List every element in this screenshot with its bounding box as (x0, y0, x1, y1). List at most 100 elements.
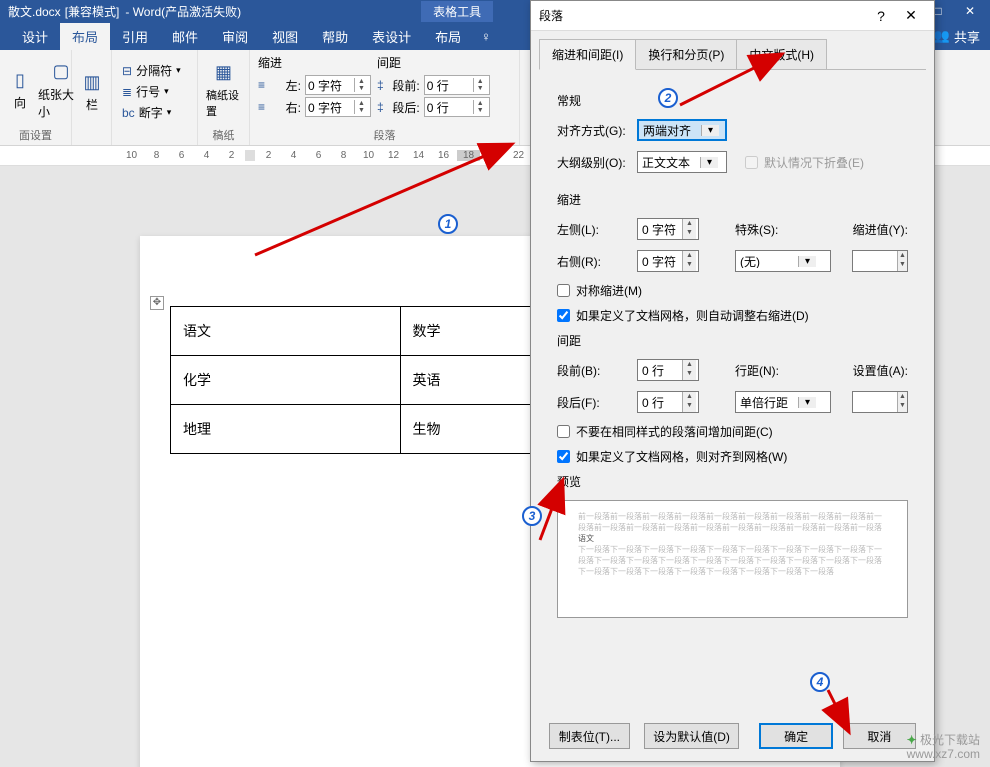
after-spinner[interactable]: ▲▼ (637, 391, 699, 413)
tab-table-design[interactable]: 表设计 (360, 23, 423, 50)
tab-line-page-breaks[interactable]: 换行和分页(P) (635, 39, 737, 70)
cancel-button[interactable]: 取消 (843, 723, 916, 749)
manuscript-button[interactable]: ▦ 稿纸设置 (206, 54, 241, 125)
dialog-title: 段落 (539, 7, 866, 24)
tab-design[interactable]: 设计 (10, 23, 60, 50)
tab-mailings[interactable]: 邮件 (160, 23, 210, 50)
table-tools-tab: 表格工具 (421, 1, 493, 22)
dialog-close-icon[interactable]: ✕ (896, 7, 926, 24)
manuscript-icon: ▦ (212, 61, 236, 85)
up-icon[interactable]: ▲ (683, 360, 696, 369)
paper-size-icon: ▢ (49, 60, 73, 84)
paragraph-dialog: 段落 ? ✕ 缩进和间距(I) 换行和分页(P) 中文版式(H) 常规 对齐方式… (530, 0, 935, 762)
special-combo[interactable]: ▾ (735, 250, 831, 272)
tabs-button[interactable]: 制表位(T)... (549, 723, 630, 749)
outline-label: 大纲级别(O): (557, 154, 629, 171)
hyphenation-button[interactable]: bc断字▾ (120, 103, 183, 122)
alignment-combo[interactable]: ▾ (637, 119, 727, 141)
down-icon[interactable]: ▼ (355, 107, 368, 114)
up-icon[interactable]: ▲ (474, 100, 487, 107)
line-spacing-combo[interactable]: ▾ (735, 391, 831, 413)
spacing-before-spinner[interactable]: ▲▼ (424, 75, 490, 95)
spacing-after-spinner[interactable]: ▲▼ (424, 97, 490, 117)
up-icon[interactable]: ▲ (474, 78, 487, 85)
down-icon[interactable]: ▼ (683, 369, 696, 378)
table-cell[interactable]: 语文 (171, 307, 401, 356)
down-icon[interactable]: ▼ (898, 401, 907, 410)
columns-button[interactable]: ▥ 栏 (80, 54, 104, 129)
orientation-icon: ▯ (8, 68, 32, 92)
at-spinner[interactable]: ▲▼ (852, 391, 908, 413)
orientation-button[interactable]: ▯ 向 (8, 54, 32, 125)
table-move-handle-icon[interactable]: ✥ (150, 296, 164, 310)
no-space-same-checkbox[interactable] (557, 425, 570, 438)
up-icon[interactable]: ▲ (683, 219, 696, 228)
up-icon[interactable]: ▲ (683, 392, 696, 401)
tell-me-icon[interactable]: ♀ (481, 29, 491, 44)
dropdown-icon[interactable]: ▾ (798, 256, 816, 267)
indent-right-spinner[interactable]: ▲▼ (305, 97, 371, 117)
down-icon[interactable]: ▼ (898, 260, 907, 269)
tab-table-layout[interactable]: 布局 (423, 23, 473, 50)
left-indent-label: 左侧(L): (557, 221, 629, 238)
doc-filename: 散文.docx (8, 3, 61, 20)
indent-right-icon: ≡ (258, 100, 265, 114)
indent-left-spinner[interactable]: ▲▼ (305, 75, 371, 95)
at-label: 设置值(A): (853, 362, 908, 379)
tab-indent-spacing[interactable]: 缩进和间距(I) (539, 39, 636, 70)
before-label: 段前(B): (557, 362, 629, 379)
general-section-label: 常规 (557, 92, 908, 109)
dropdown-icon[interactable]: ▾ (798, 397, 816, 408)
dropdown-icon: ▾ (164, 86, 169, 97)
mirror-indent-checkbox[interactable] (557, 284, 570, 297)
hyphenation-icon: bc (122, 106, 135, 120)
share-icon: 👥 (934, 28, 950, 44)
grid-indent-checkbox[interactable] (557, 309, 570, 322)
tab-layout[interactable]: 布局 (60, 23, 110, 50)
breaks-button[interactable]: ⊟分隔符▾ (120, 61, 183, 80)
special-label: 特殊(S): (735, 221, 789, 238)
set-default-button[interactable]: 设为默认值(D) (644, 723, 740, 749)
by-spinner[interactable]: ▲▼ (852, 250, 908, 272)
table-cell[interactable]: 地理 (171, 405, 401, 454)
down-icon[interactable]: ▼ (683, 260, 696, 269)
down-icon[interactable]: ▼ (355, 85, 368, 92)
dialog-titlebar[interactable]: 段落 ? ✕ (531, 1, 934, 31)
down-icon[interactable]: ▼ (683, 228, 696, 237)
indent-section-label: 缩进 (557, 191, 908, 208)
before-spinner[interactable]: ▲▼ (637, 359, 699, 381)
dropdown-icon[interactable]: ▾ (700, 157, 718, 168)
down-icon[interactable]: ▼ (683, 401, 696, 410)
up-icon[interactable]: ▲ (683, 251, 696, 260)
tab-asian-typography[interactable]: 中文版式(H) (736, 39, 827, 70)
close-icon[interactable]: ✕ (958, 4, 982, 18)
tab-review[interactable]: 审阅 (210, 23, 260, 50)
ok-button[interactable]: 确定 (759, 723, 832, 749)
down-icon[interactable]: ▼ (474, 85, 487, 92)
indent-header: 缩进 (258, 54, 371, 71)
line-numbers-button[interactable]: ≣行号▾ (120, 82, 183, 101)
spacing-after-icon: ‡ (377, 100, 384, 114)
up-icon[interactable]: ▲ (898, 392, 907, 401)
preview-label: 预览 (557, 473, 908, 490)
tab-view[interactable]: 视图 (260, 23, 310, 50)
dropdown-icon[interactable]: ▾ (701, 125, 719, 136)
up-icon[interactable]: ▲ (355, 78, 368, 85)
up-icon[interactable]: ▲ (355, 100, 368, 107)
grid-align-checkbox[interactable] (557, 450, 570, 463)
annotation-step-1: 1 (438, 214, 458, 234)
tab-help[interactable]: 帮助 (310, 23, 360, 50)
annotation-step-3: 3 (522, 506, 542, 526)
spacing-before-icon: ‡ (377, 78, 384, 92)
share-button[interactable]: 👥 共享 (934, 27, 980, 46)
tab-references[interactable]: 引用 (110, 23, 160, 50)
right-indent-label: 右侧(R): (557, 253, 629, 270)
dropdown-icon: ▾ (167, 107, 172, 118)
up-icon[interactable]: ▲ (898, 251, 907, 260)
dialog-help-icon[interactable]: ? (866, 8, 896, 24)
right-indent-spinner[interactable]: ▲▼ (637, 250, 699, 272)
outline-combo[interactable]: ▾ (637, 151, 727, 173)
left-indent-spinner[interactable]: ▲▼ (637, 218, 699, 240)
down-icon[interactable]: ▼ (474, 107, 487, 114)
table-cell[interactable]: 化学 (171, 356, 401, 405)
